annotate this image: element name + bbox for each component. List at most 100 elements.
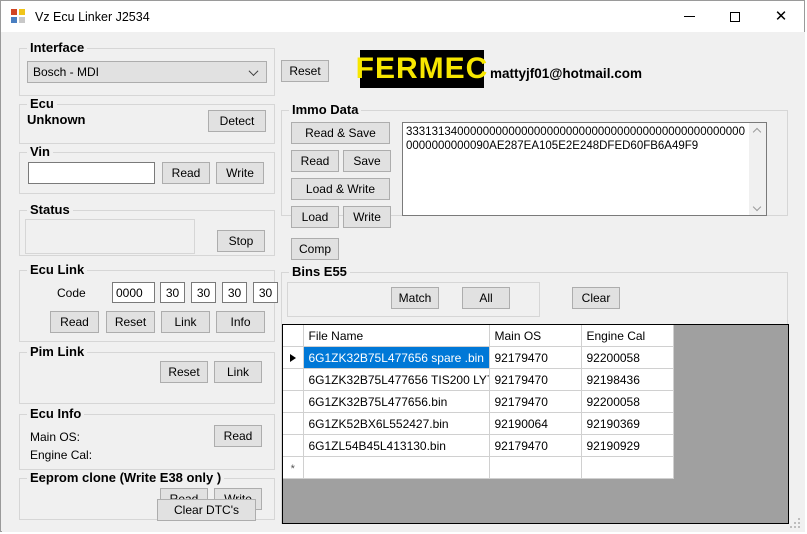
cell-file-name[interactable]: 6G1ZK32B75L477656 TIS200 LY7.bin [303,368,490,391]
ecu-status-text: Unknown [27,112,86,127]
bins-grid[interactable]: File Name Main OS Engine Cal 6G1ZK32B75L… [282,324,789,524]
column-header-file-name[interactable]: File Name [303,325,490,347]
cell-file-name[interactable]: 6G1ZK52BX6L552427.bin [303,412,490,435]
immo-data-text: 3331313400000000000000000000000000000000… [406,126,745,152]
bins-group: Bins E55 Match All Clear File Name Main … [281,264,789,524]
minimize-icon [683,16,695,17]
table-header-row: File Name Main OS Engine Cal [283,325,674,347]
cell-main-os[interactable]: 92190064 [489,412,582,435]
bins-group-title: Bins E55 [289,264,350,279]
ecu-link-link-button[interactable]: Link [161,311,210,333]
row-marker [283,434,304,457]
ecu-link-group: Ecu Link Code 0000 30 30 30 30 Read Rese… [19,262,278,342]
status-group-title: Status [27,202,73,217]
vin-group-title: Vin [27,144,53,159]
status-display [25,219,195,254]
immo-load-write-button[interactable]: Load & Write [291,178,390,200]
vin-read-button[interactable]: Read [162,162,210,184]
table-row[interactable]: 6G1ZL54B45L413130.bin 92179470 92190929 [283,434,674,457]
cell-file-name[interactable]: 6G1ZL54B45L413130.bin [303,434,490,457]
ecu-link-read-button[interactable]: Read [50,311,99,333]
pim-link-link-button[interactable]: Link [214,361,262,383]
immo-data-scrollbar[interactable] [748,123,766,215]
cell-engine-cal[interactable]: 92190369 [581,412,674,435]
ecu-link-info-button[interactable]: Info [216,311,265,333]
row-marker [283,346,304,369]
window-controls: ✕ [666,1,804,32]
vin-group: Vin Read Write [19,144,275,194]
ecu-link-reset-button[interactable]: Reset [106,311,155,333]
cell-main-os[interactable]: 92179470 [489,434,582,457]
ecu-info-group: Ecu Info Main OS: Engine Cal: Read [19,406,275,470]
maximize-button[interactable] [712,1,758,32]
scroll-up-icon[interactable] [749,123,766,140]
immo-read-save-button[interactable]: Read & Save [291,122,390,144]
interface-group-title: Interface [27,40,88,55]
cell-file-name[interactable]: 6G1ZK32B75L477656 spare .bin [303,346,490,369]
ecu-link-byte-2[interactable]: 30 [222,282,247,303]
scroll-down-icon[interactable] [749,198,766,215]
table-row[interactable]: 6G1ZK32B75L477656 TIS200 LY7.bin 9217947… [283,368,674,391]
ecu-detect-button[interactable]: Detect [208,110,266,132]
ecu-link-group-title: Ecu Link [27,262,88,277]
ecu-link-code-input[interactable]: 0000 [112,282,155,303]
row-marker [283,390,304,413]
top-reset-button[interactable]: Reset [281,60,329,82]
interface-group: Interface Bosch - MDI [19,40,275,96]
close-button[interactable]: ✕ [758,1,804,32]
cell-main-os[interactable] [489,456,582,479]
immo-data-textarea[interactable]: 3331313400000000000000000000000000000000… [402,122,767,216]
row-marker [283,368,304,391]
ecu-link-byte-3[interactable]: 30 [253,282,278,303]
immo-write-button[interactable]: Write [343,206,391,228]
cell-engine-cal[interactable]: 92200058 [581,390,674,413]
ecu-info-engine-cal-label: Engine Cal: [30,448,93,462]
immo-comp-button[interactable]: Comp [291,238,339,260]
clear-dtcs-button[interactable]: Clear DTC's [157,499,256,521]
table-row[interactable]: 6G1ZK32B75L477656.bin 92179470 92200058 [283,390,674,413]
vin-input[interactable] [28,162,155,184]
cell-file-name[interactable] [303,456,490,479]
cell-file-name[interactable]: 6G1ZK32B75L477656.bin [303,390,490,413]
client-area: Interface Bosch - MDI Ecu Unknown Detect… [2,32,805,532]
ecu-info-read-button[interactable]: Read [214,425,262,447]
immo-read-button[interactable]: Read [291,150,339,172]
vin-write-button[interactable]: Write [216,162,264,184]
cell-main-os[interactable]: 92179470 [489,390,582,413]
table-row[interactable]: 6G1ZK52BX6L552427.bin 92190064 92190369 [283,412,674,435]
pim-link-group: Pim Link Reset Link [19,344,275,404]
title-bar: Vz Ecu Linker J2534 ✕ [1,1,804,32]
ecu-link-byte-0[interactable]: 30 [160,282,185,303]
cell-engine-cal[interactable] [581,456,674,479]
immo-load-button[interactable]: Load [291,206,339,228]
immo-save-button[interactable]: Save [343,150,391,172]
ecu-link-byte-1[interactable]: 30 [191,282,216,303]
chevron-down-icon [250,67,259,76]
cell-main-os[interactable]: 92179470 [489,346,582,369]
bins-match-button[interactable]: Match [391,287,439,309]
minimize-button[interactable] [666,1,712,32]
status-stop-button[interactable]: Stop [217,230,265,252]
table-row[interactable]: 6G1ZK32B75L477656 spare .bin 92179470 92… [283,346,674,369]
table-row-new[interactable]: * [283,456,674,479]
resize-grip[interactable] [790,518,802,530]
cell-engine-cal[interactable]: 92190929 [581,434,674,457]
bins-all-button[interactable]: All [462,287,510,309]
interface-selected-value: Bosch - MDI [33,65,100,79]
brand-email: mattyjf01@hotmail.com [490,66,642,81]
cell-engine-cal[interactable]: 92200058 [581,346,674,369]
app-icon [11,8,27,25]
pim-link-reset-button[interactable]: Reset [160,361,208,383]
close-icon: ✕ [774,7,788,25]
status-group: Status Stop [19,202,275,256]
cell-engine-cal[interactable]: 92198436 [581,368,674,391]
interface-select[interactable]: Bosch - MDI [27,61,267,83]
column-header-engine-cal[interactable]: Engine Cal [581,325,674,347]
maximize-icon [730,11,740,22]
ecu-group-title: Ecu [27,96,57,111]
row-marker [283,412,304,435]
immo-data-group: Immo Data Read & Save Read Save Load & W… [281,102,788,260]
cell-main-os[interactable]: 92179470 [489,368,582,391]
bins-clear-button[interactable]: Clear [572,287,620,309]
column-header-main-os[interactable]: Main OS [489,325,582,347]
